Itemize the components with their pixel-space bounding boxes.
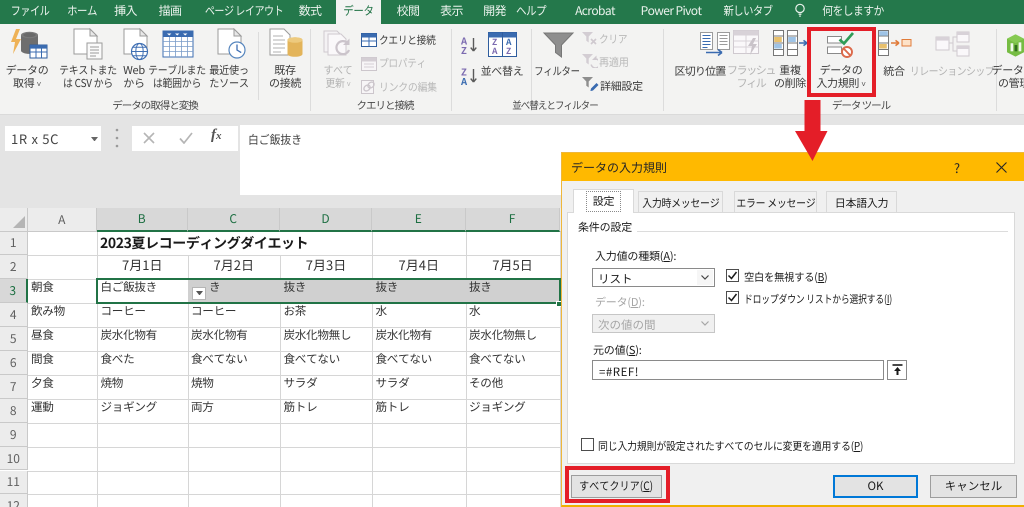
svg-text:A: A — [491, 45, 498, 57]
svg-text:Z: Z — [506, 45, 511, 57]
svg-text:A: A — [461, 74, 468, 86]
svg-text:Z: Z — [461, 43, 467, 55]
